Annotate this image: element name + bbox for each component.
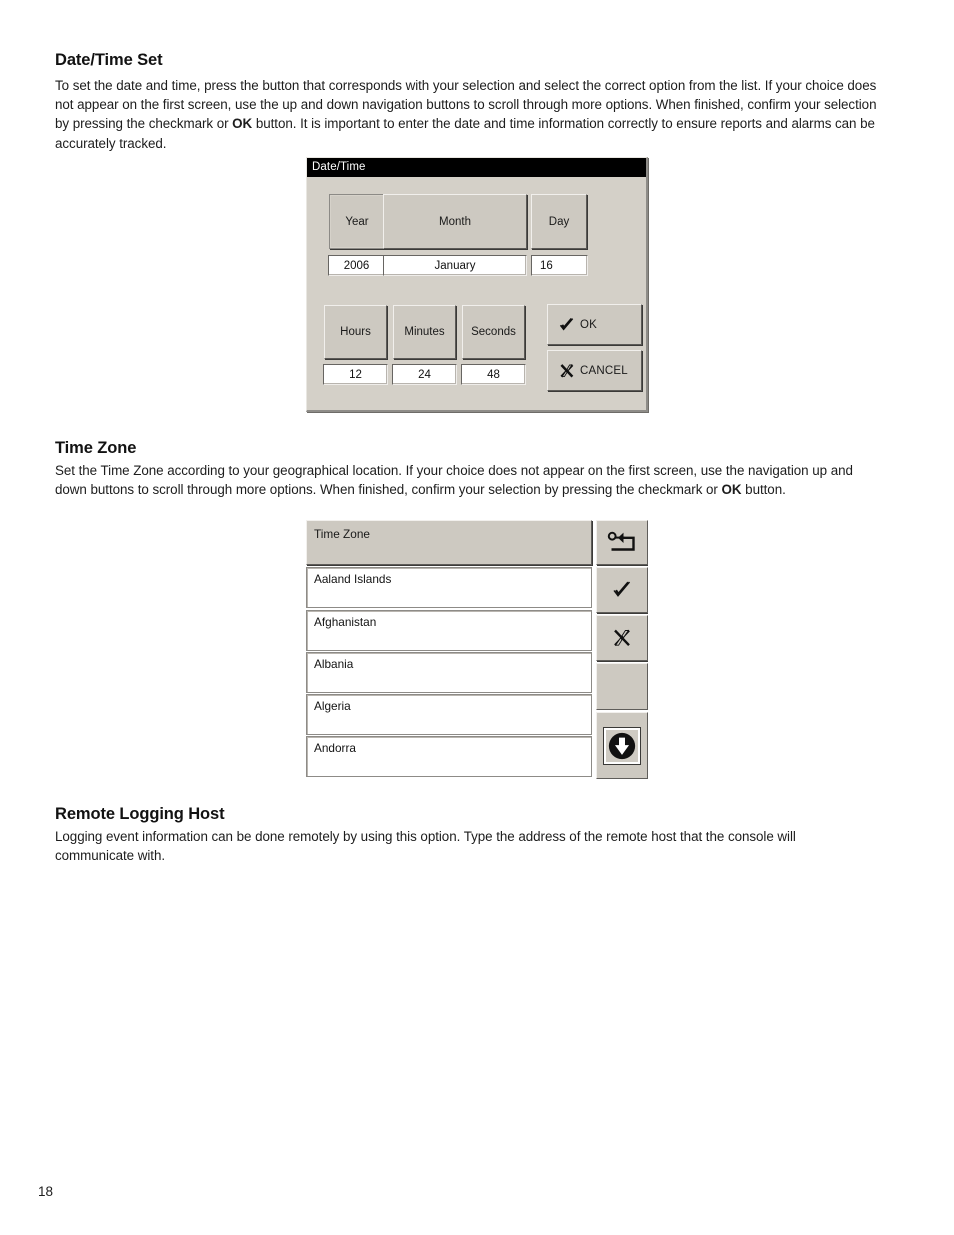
day-button[interactable]: Day <box>531 194 587 249</box>
month-button-label: Month <box>439 215 471 228</box>
page-heading-date-time-set: Date/Time Set <box>55 51 163 69</box>
minutes-button[interactable]: Minutes <box>393 305 456 359</box>
paragraph-time-zone: Set the Time Zone according to your geog… <box>55 463 853 498</box>
cross-x-icon <box>612 628 632 648</box>
page-heading-time-zone: Time Zone <box>55 439 137 457</box>
list-item[interactable]: Afghanistan <box>306 610 592 651</box>
minutes-button-label: Minutes <box>404 326 445 338</box>
ok-button[interactable]: OK <box>547 304 642 345</box>
scroll-down-icon <box>603 726 641 765</box>
list-item-label: Algeria <box>314 699 351 713</box>
year-button[interactable]: Year <box>329 194 385 249</box>
hours-button-label: Hours <box>340 326 371 338</box>
document-page: Date/Time Set To set the date and time, … <box>0 0 954 1235</box>
escape-back-button[interactable] <box>596 520 648 565</box>
list-item-label: Andorra <box>314 741 356 755</box>
year-value: 2006 <box>343 259 370 272</box>
month-value-field[interactable]: January <box>383 255 527 276</box>
ok-button-label: OK <box>580 318 598 331</box>
confirm-checkmark-button[interactable] <box>596 567 648 613</box>
date-time-dialog: Date/Time Year Month Day 2006 January 16… <box>306 157 648 412</box>
time-zone-list-widget: Time Zone Aaland Islands Afghanistan Alb… <box>306 520 648 779</box>
minutes-value: 24 <box>418 368 431 381</box>
day-button-label: Day <box>548 215 570 228</box>
seconds-value-field[interactable]: 48 <box>461 364 526 385</box>
month-button[interactable]: Month <box>383 194 527 249</box>
list-item-label: Albania <box>314 657 354 671</box>
day-value: 16 <box>540 259 553 272</box>
checkmark-icon <box>559 317 575 333</box>
cancel-button[interactable]: CANCEL <box>547 350 642 391</box>
day-value-field[interactable]: 16 <box>531 255 588 276</box>
seconds-button-label: Seconds <box>471 326 516 338</box>
paragraph-remote-logging-host: Logging event information can be done re… <box>55 829 796 864</box>
scroll-down-button[interactable] <box>596 712 648 779</box>
checkmark-icon <box>612 580 632 600</box>
page-number: 18 <box>38 1184 54 1199</box>
cross-x-icon <box>559 363 575 379</box>
list-item[interactable]: Andorra <box>306 736 592 777</box>
page-heading-remote-logging-host: Remote Logging Host <box>55 805 225 823</box>
cancel-cross-button[interactable] <box>596 615 648 661</box>
month-value: January <box>434 259 476 272</box>
hours-button[interactable]: Hours <box>324 305 387 359</box>
escape-back-icon <box>607 530 637 556</box>
seconds-button[interactable]: Seconds <box>462 305 525 359</box>
dialog-titlebar: Date/Time <box>307 158 646 177</box>
list-item[interactable]: Aaland Islands <box>306 567 592 608</box>
blank-side-button[interactable] <box>596 663 648 710</box>
list-item-label: Afghanistan <box>314 615 377 629</box>
year-value-field[interactable]: 2006 <box>328 255 385 276</box>
paragraph-date-time-set: To set the date and time, press the butt… <box>55 78 877 151</box>
minutes-value-field[interactable]: 24 <box>392 364 457 385</box>
seconds-value: 48 <box>487 368 500 381</box>
time-zone-header: Time Zone <box>306 520 592 565</box>
list-item[interactable]: Albania <box>306 652 592 693</box>
list-item-label: Aaland Islands <box>314 572 392 586</box>
hours-value: 12 <box>349 368 362 381</box>
time-zone-header-label: Time Zone <box>314 527 370 541</box>
hours-value-field[interactable]: 12 <box>323 364 388 385</box>
list-item[interactable]: Algeria <box>306 694 592 735</box>
year-button-label: Year <box>345 215 369 228</box>
cancel-button-label: CANCEL <box>580 364 628 377</box>
